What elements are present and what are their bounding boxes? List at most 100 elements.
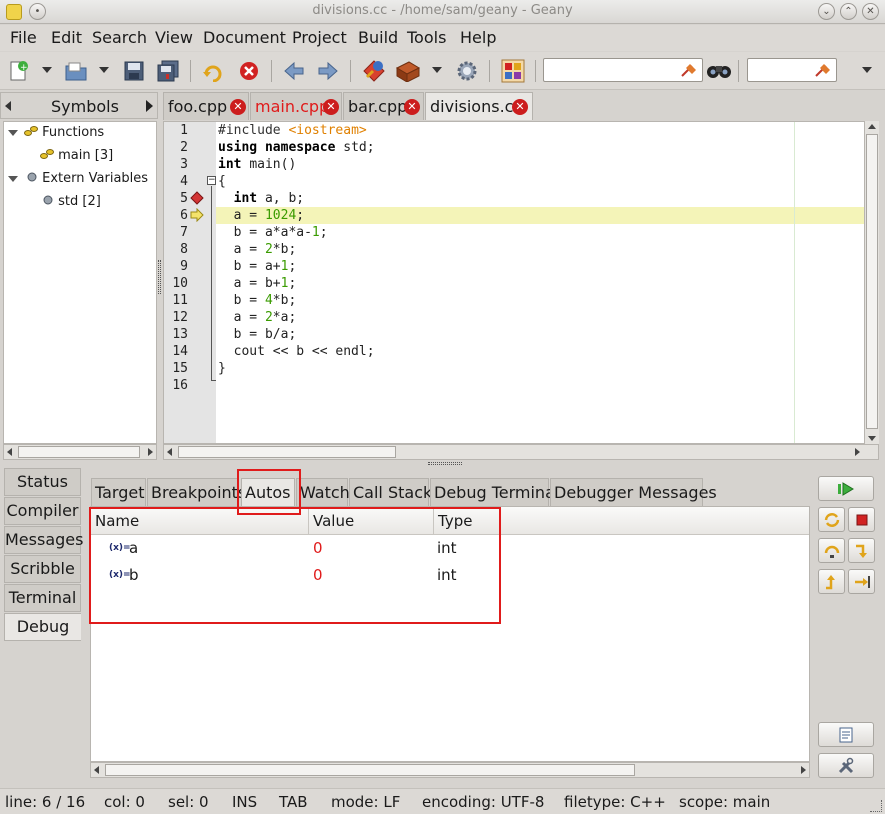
code-line[interactable]: #include <iostream> xyxy=(218,123,367,138)
tree-item-main[interactable]: main [3] xyxy=(40,148,113,163)
code-line[interactable]: a = 1024; xyxy=(218,208,304,223)
debug-tab-debugger-messages[interactable]: Debugger Messages xyxy=(550,478,717,506)
column-header-type[interactable]: Type xyxy=(434,507,809,535)
step-over-button[interactable] xyxy=(818,538,845,563)
code-line[interactable]: a = b+1; xyxy=(218,276,297,291)
save-icon[interactable] xyxy=(121,59,147,83)
code-line[interactable]: b = a+1; xyxy=(218,259,297,274)
pane-resize-handle[interactable] xyxy=(428,462,462,465)
scroll-right-icon[interactable] xyxy=(801,766,806,774)
editor-horizontal-scrollbar[interactable] xyxy=(163,444,879,460)
tab-foo-cpp[interactable]: foo.cpp ✕ xyxy=(163,92,249,120)
step-out-button[interactable] xyxy=(818,569,845,594)
debug-info-button[interactable] xyxy=(818,722,874,747)
scroll-down-icon[interactable] xyxy=(868,436,876,441)
autos-horizontal-scrollbar[interactable] xyxy=(90,762,810,778)
tree-item-std[interactable]: std [2] xyxy=(42,194,101,209)
code-line[interactable]: { xyxy=(218,174,226,189)
expander-arrow-icon[interactable] xyxy=(8,176,18,182)
debug-tab-watch[interactable]: Watch xyxy=(296,478,350,506)
run-continue-button[interactable] xyxy=(818,476,874,501)
close-tab-icon[interactable]: ✕ xyxy=(230,99,246,115)
sidebar-tab-symbols[interactable]: Symbols xyxy=(0,92,158,119)
build-dropdown-icon[interactable] xyxy=(432,67,442,73)
scroll-up-icon[interactable] xyxy=(868,124,876,129)
close-window-button[interactable]: ✕ xyxy=(862,3,879,20)
debug-tab-debug-terminal[interactable]: Debug Terminal xyxy=(430,478,559,506)
save-all-icon[interactable] xyxy=(155,59,181,83)
code-line[interactable]: a = 2*b; xyxy=(218,242,297,257)
menu-document[interactable]: Document xyxy=(203,28,286,47)
tree-item-functions[interactable]: Functions xyxy=(24,125,104,140)
tab-scribble[interactable]: Scribble xyxy=(4,555,81,583)
menu-project[interactable]: Project xyxy=(292,28,347,47)
expander-arrow-icon[interactable] xyxy=(8,130,18,136)
scroll-right-icon[interactable] xyxy=(148,448,153,456)
preferences-gear-icon[interactable] xyxy=(454,59,480,83)
restart-button[interactable] xyxy=(818,507,845,532)
code-line[interactable]: int a, b; xyxy=(218,191,304,206)
tab-bar-cpp[interactable]: bar.cpp ✕ xyxy=(343,92,424,120)
menu-file[interactable]: File xyxy=(10,28,37,47)
compile-icon[interactable] xyxy=(361,59,387,83)
column-header-value[interactable]: Value xyxy=(309,507,434,535)
symbol-tree[interactable]: Functions main [3] Extern Variables std … xyxy=(3,121,157,444)
menu-view[interactable]: View xyxy=(155,28,193,47)
goto-line-input[interactable] xyxy=(747,58,837,82)
code-line[interactable]: a = 2*a; xyxy=(218,310,297,325)
open-file-dropdown-icon[interactable] xyxy=(99,67,109,73)
menu-edit[interactable]: Edit xyxy=(51,28,82,47)
debug-tab-target[interactable]: Target xyxy=(91,478,146,506)
maximize-button[interactable]: ⌃ xyxy=(840,3,857,20)
close-tab-icon[interactable]: ✕ xyxy=(512,99,528,115)
close-tab-icon[interactable]: ✕ xyxy=(404,99,420,115)
breakpoint-marker-icon[interactable] xyxy=(190,191,204,205)
code-line[interactable]: b = 4*b; xyxy=(218,293,297,308)
fold-collapse-icon[interactable]: − xyxy=(207,176,216,185)
scroll-left-icon[interactable] xyxy=(167,448,172,456)
menu-build[interactable]: Build xyxy=(358,28,398,47)
editor-vertical-scrollbar[interactable] xyxy=(864,121,879,444)
close-tab-icon[interactable]: ✕ xyxy=(323,99,339,115)
tab-scroll-left-icon[interactable] xyxy=(5,101,11,111)
autos-table[interactable]: Name Value Type (x)= a 0 int (x)= b 0 in… xyxy=(90,506,810,762)
resize-grip[interactable] xyxy=(870,800,882,812)
tab-debug[interactable]: Debug xyxy=(4,613,81,641)
new-file-icon[interactable]: + xyxy=(6,59,32,83)
menu-help[interactable]: Help xyxy=(460,28,496,47)
navigate-forward-icon[interactable] xyxy=(315,59,341,83)
tab-status[interactable]: Status xyxy=(4,468,81,496)
close-file-icon[interactable] xyxy=(236,59,262,83)
open-file-icon[interactable] xyxy=(63,59,89,83)
sidebar-tab-scroll-right-icon[interactable] xyxy=(146,100,153,112)
sidebar-horizontal-scrollbar[interactable] xyxy=(3,444,157,460)
debug-tab-autos[interactable]: Autos xyxy=(241,478,295,506)
color-chooser-icon[interactable] xyxy=(500,59,526,83)
scroll-thumb[interactable] xyxy=(866,134,878,429)
find-binoculars-icon[interactable] xyxy=(706,58,732,82)
scroll-thumb[interactable] xyxy=(18,446,140,458)
minimize-button[interactable]: ⌄ xyxy=(818,3,835,20)
code-line[interactable]: using namespace std; xyxy=(218,140,375,155)
tab-terminal[interactable]: Terminal xyxy=(4,584,81,612)
scroll-left-icon[interactable] xyxy=(7,448,12,456)
step-into-button[interactable] xyxy=(848,538,875,563)
scroll-thumb[interactable] xyxy=(105,764,635,776)
variable-value[interactable]: 0 xyxy=(313,566,323,584)
navigate-back-icon[interactable] xyxy=(281,59,307,83)
code-line[interactable]: b = a*a*a-1; xyxy=(218,225,328,240)
tab-main-cpp[interactable]: main.cpp ✕ xyxy=(250,92,342,120)
code-line[interactable]: cout << b << endl; xyxy=(218,344,375,359)
tab-compiler[interactable]: Compiler xyxy=(4,497,81,525)
run-to-cursor-button[interactable] xyxy=(848,569,875,594)
code-line[interactable]: b = b/a; xyxy=(218,327,297,342)
tab-messages[interactable]: Messages xyxy=(4,526,83,554)
search-input[interactable] xyxy=(543,58,703,82)
scroll-left-icon[interactable] xyxy=(94,766,99,774)
scroll-thumb[interactable] xyxy=(178,446,396,458)
debug-settings-button[interactable] xyxy=(818,753,874,778)
menu-tools[interactable]: Tools xyxy=(407,28,446,47)
sidebar-resize-handle[interactable] xyxy=(158,260,161,294)
scroll-right-icon[interactable] xyxy=(855,448,860,456)
build-icon[interactable] xyxy=(395,59,421,83)
